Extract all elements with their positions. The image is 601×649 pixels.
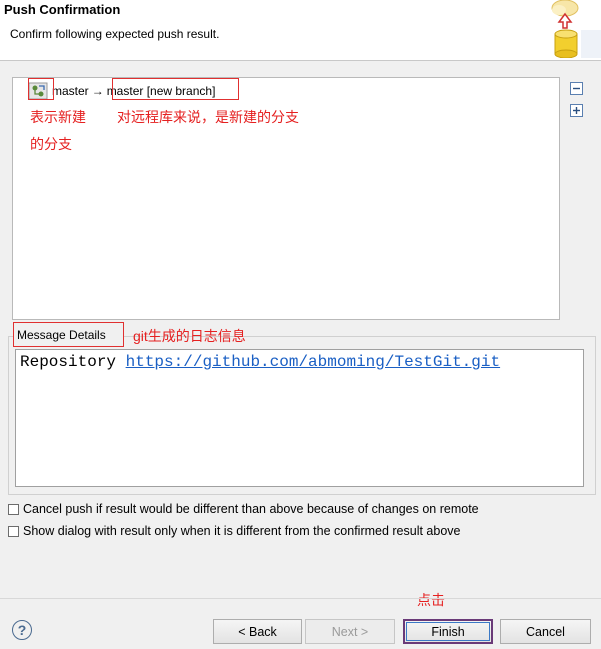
message-details-label: Message Details [13, 322, 124, 347]
dialog-header: Push Confirmation Confirm following expe… [0, 0, 601, 61]
finish-button[interactable]: Finish [403, 619, 493, 644]
annotation-new-branch-line1: 表示新建 [30, 109, 86, 125]
dialog-title: Push Confirmation [4, 2, 121, 17]
show-dialog-label: Show dialog with result only when it is … [23, 524, 461, 538]
back-button[interactable]: < Back [213, 619, 302, 644]
annotation-click-note: 点击 [417, 592, 445, 608]
show-dialog-checkbox[interactable] [8, 525, 19, 537]
source-ref-label: master [52, 84, 89, 98]
branch-ref-icon [28, 82, 48, 100]
annotation-new-branch-line2: 的分支 [30, 136, 72, 152]
dialog-subtitle: Confirm following expected push result. [10, 27, 220, 41]
repository-url-link[interactable]: https://github.com/abmoming/TestGit.git [126, 353, 500, 371]
target-ref-label: master [new branch] [106, 84, 216, 98]
help-icon[interactable]: ? [12, 620, 32, 640]
next-button[interactable]: Next > [305, 619, 395, 644]
annotation-log-note: git生成的日志信息 [133, 328, 246, 344]
footer-divider [0, 598, 601, 599]
annotation-remote-note: 对远程库来说，是新建的分支 [117, 109, 299, 125]
message-details-text[interactable]: Repository https://github.com/abmoming/T… [15, 349, 584, 487]
ref-arrow: → [91, 84, 104, 98]
git-push-wizard-icon [551, 0, 601, 58]
cancel-push-checkbox[interactable] [8, 503, 19, 515]
cancel-push-label: Cancel push if result would be different… [23, 502, 479, 516]
repository-prefix: Repository [20, 353, 126, 371]
cancel-button[interactable]: Cancel [500, 619, 591, 644]
show-dialog-option[interactable]: Show dialog with result only when it is … [8, 524, 461, 538]
cancel-push-option[interactable]: Cancel push if result would be different… [8, 502, 479, 516]
expand-all-icon[interactable] [570, 104, 583, 117]
collapse-all-icon[interactable] [570, 82, 583, 95]
tree-row-master[interactable]: master → master [new branch] [28, 81, 215, 101]
